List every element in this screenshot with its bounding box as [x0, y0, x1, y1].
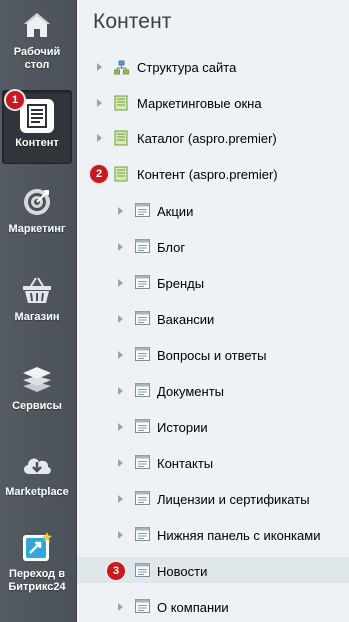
infoblock-type-icon — [114, 130, 129, 146]
expand-arrow-icon[interactable] — [118, 603, 123, 611]
tree-item-faq[interactable]: Вопросы и ответы — [77, 341, 349, 367]
infoblock-icon — [135, 347, 150, 362]
sidebar-item-marketing[interactable]: Маркетинг — [2, 185, 72, 245]
infoblock-icon — [135, 455, 150, 470]
home-icon — [20, 8, 54, 42]
tree-item-contacts[interactable]: Контакты — [77, 449, 349, 475]
expand-arrow-icon[interactable] — [118, 423, 123, 431]
basket-icon — [20, 273, 54, 307]
expand-arrow-icon[interactable] — [118, 207, 123, 215]
sidebar-item-marketplace[interactable]: Marketplace — [2, 448, 72, 508]
target-icon — [20, 185, 54, 219]
sidebar-item-label: Рабочий — [13, 46, 61, 58]
infoblock-type-icon — [114, 166, 129, 182]
tree-item-label: Новости — [157, 564, 208, 579]
expand-arrow-icon[interactable] — [118, 387, 123, 395]
step-badge: 3 — [107, 562, 125, 580]
infoblock-icon — [135, 311, 150, 326]
expand-arrow-icon[interactable] — [118, 459, 123, 467]
tree-item-label: Лицензии и сертификаты — [157, 492, 310, 507]
infoblock-icon — [135, 563, 150, 578]
tree-item-vacancies[interactable]: Вакансии — [77, 305, 349, 331]
layers-icon — [20, 362, 54, 396]
tree-item-label: О компании — [157, 600, 229, 615]
sidebar-item-label: Сервисы — [12, 400, 62, 412]
tree-item-label: Контент (aspro.premier) — [137, 167, 278, 182]
tree-item-label: Истории — [157, 420, 208, 435]
site-structure-icon — [114, 60, 129, 75]
sidebar-item-label: стол — [24, 59, 50, 71]
tree-item-licenses[interactable]: Лицензии и сертификаты — [77, 485, 349, 511]
tree-item-label: Маркетинговые окна — [137, 96, 262, 111]
sidebar-item-label: Контент — [15, 137, 59, 149]
infoblock-icon — [135, 239, 150, 254]
tree-item-about[interactable]: О компании — [77, 593, 349, 619]
infoblock-icon — [135, 527, 150, 542]
infoblock-icon — [135, 275, 150, 290]
tree-item-site-structure[interactable]: Структура сайта — [77, 54, 349, 80]
expand-arrow-icon[interactable] — [118, 315, 123, 323]
tree-item-label: Бренды — [157, 276, 205, 291]
sidebar-item-desktop[interactable]: Рабочий стол — [2, 8, 72, 78]
expand-arrow-icon[interactable] — [118, 531, 123, 539]
sidebar-item-bitrix24[interactable]: Переход в Битрикс24 — [2, 530, 72, 610]
tree-item-label: Каталог (aspro.premier) — [137, 131, 277, 146]
tree-item-label: Документы — [157, 384, 225, 399]
sidebar-item-shop[interactable]: Магазин — [2, 273, 72, 333]
infoblock-icon — [135, 419, 150, 434]
tree-item-label: Вопросы и ответы — [157, 348, 267, 363]
tree-item-label: Акции — [157, 204, 194, 219]
step-badge: 1 — [6, 91, 24, 109]
sidebar-item-label: Магазин — [14, 311, 60, 323]
cloud-download-icon — [20, 448, 54, 482]
tree-item-documents[interactable]: Документы — [77, 377, 349, 403]
page-title: Контент — [93, 10, 172, 33]
infoblock-icon — [135, 203, 150, 218]
expand-arrow-icon[interactable] — [118, 243, 123, 251]
tree-item-brands[interactable]: Бренды — [77, 269, 349, 295]
tree-item-catalog[interactable]: Каталог (aspro.premier) — [77, 125, 349, 151]
expand-arrow-icon[interactable] — [97, 134, 102, 142]
tree-item-label: Контакты — [157, 456, 214, 471]
infoblock-type-icon — [114, 95, 129, 111]
tree-item-stories[interactable]: Истории — [77, 413, 349, 439]
tree-item-promotions[interactable]: Акции — [77, 197, 349, 223]
tree-item-label: Вакансии — [157, 312, 215, 327]
expand-arrow-icon[interactable] — [97, 63, 102, 71]
expand-arrow-icon[interactable] — [97, 99, 102, 107]
tree-item-label: Нижняя панель с иконками — [157, 528, 321, 543]
step-badge: 2 — [90, 165, 108, 183]
infoblock-icon — [135, 383, 150, 398]
tree-item-blog[interactable]: Блог — [77, 233, 349, 259]
expand-arrow-icon[interactable] — [118, 351, 123, 359]
sidebar-item-label: Маркетинг — [8, 223, 66, 235]
infoblock-icon — [135, 599, 150, 614]
tree-item-label: Блог — [157, 240, 186, 255]
tree-item-content-aspro[interactable]: Контент (aspro.premier) — [77, 161, 349, 187]
expand-arrow-icon[interactable] — [118, 495, 123, 503]
tree-item-marketing-windows[interactable]: Маркетинговые окна — [77, 90, 349, 116]
tree-item-label: Структура сайта — [137, 60, 237, 75]
expand-arrow-icon[interactable] — [118, 279, 123, 287]
document-icon — [20, 99, 54, 133]
sidebar-item-label: Переход в — [9, 568, 65, 580]
sidebar-item-label: Битрикс24 — [8, 581, 66, 593]
infoblock-icon — [135, 491, 150, 506]
tree-item-bottom-panel[interactable]: Нижняя панель с иконками — [77, 521, 349, 547]
sidebar-item-label: Marketplace — [5, 486, 69, 498]
bitrix24-icon — [20, 530, 54, 564]
sidebar-item-services[interactable]: Сервисы — [2, 362, 72, 422]
